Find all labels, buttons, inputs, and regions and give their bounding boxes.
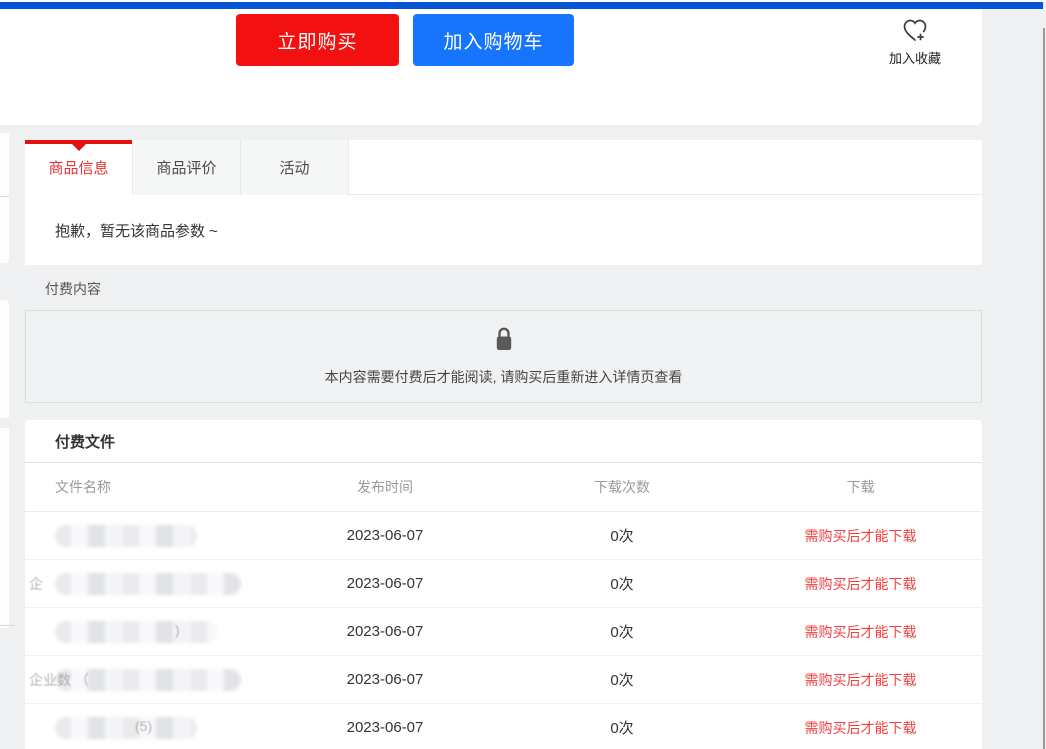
product-detail-panel: 商品信息 商品评价 活动 抱歉，暂无该商品参数 ~ [25, 140, 982, 265]
tab-label: 商品评价 [156, 157, 216, 178]
file-name-redacted [25, 525, 197, 547]
file-name-hint: 企业数 （ [29, 670, 89, 690]
paid-files-panel: 付费文件 文件名称 发布时间 下载次数 下载 2023-06-07 0次 需购买… [25, 420, 982, 749]
tab-label: 商品信息 [48, 157, 108, 178]
publish-date: 2023-06-07 [347, 671, 424, 688]
files-table-header: 文件名称 发布时间 下载次数 下载 [25, 463, 982, 512]
file-name-redacted: 企 [25, 573, 241, 595]
download-count: 0次 [610, 525, 633, 546]
publish-date: 2023-06-07 [347, 719, 424, 736]
no-parameters-message: 抱歉，暂无该商品参数 ~ [25, 195, 982, 265]
download-link[interactable]: 需购买后才能下载 [805, 528, 917, 544]
add-to-cart-button[interactable]: 加入购物车 [413, 14, 574, 66]
left-panel-edge [0, 133, 9, 263]
download-count: 0次 [610, 717, 633, 738]
tab-label: 活动 [279, 157, 309, 178]
lock-icon [492, 326, 516, 358]
download-link[interactable]: 需购买后才能下载 [805, 672, 917, 688]
file-name-hint: (5) [135, 718, 152, 734]
left-panel-edge [0, 428, 9, 628]
column-header-download-count: 下载次数 [594, 477, 650, 497]
left-panel-divider [0, 625, 15, 626]
locked-content-message: 本内容需要付费后才能阅读, 请购买后重新进入详情页查看 [325, 367, 683, 387]
download-count: 0次 [610, 669, 633, 690]
left-panel-divider [0, 196, 9, 197]
table-row: 企业数 （ 2023-06-07 0次 需购买后才能下载 [25, 656, 982, 704]
column-header-publish-time: 发布时间 [357, 477, 413, 497]
table-row: ) 2023-06-07 0次 需购买后才能下载 [25, 608, 982, 656]
file-name-hint: ) [175, 622, 180, 638]
active-tab-notch-icon [72, 144, 86, 151]
download-count: 0次 [610, 621, 633, 642]
tab-product-info[interactable]: 商品信息 [25, 140, 133, 195]
product-action-bar: 立即购买 加入购物车 加入收藏 [0, 9, 982, 125]
download-link[interactable]: 需购买后才能下载 [805, 720, 917, 736]
table-row: 企 2023-06-07 0次 需购买后才能下载 [25, 560, 982, 608]
paid-files-section-title: 付费文件 [25, 420, 982, 463]
add-to-favorites-button[interactable]: 加入收藏 [870, 17, 960, 67]
publish-date: 2023-06-07 [347, 527, 424, 544]
paid-content-section-title: 付费内容 [45, 279, 101, 299]
file-name-redacted: ) [25, 621, 219, 643]
favorite-label: 加入收藏 [870, 48, 960, 67]
table-row: 2023-06-07 0次 需购买后才能下载 [25, 512, 982, 560]
detail-tabs: 商品信息 商品评价 活动 [25, 140, 982, 195]
file-name-redacted: 企业数 （ [25, 669, 241, 691]
column-header-filename: 文件名称 [25, 477, 111, 497]
publish-date: 2023-06-07 [347, 575, 424, 592]
buy-now-button[interactable]: 立即购买 [236, 14, 399, 66]
tab-product-reviews[interactable]: 商品评价 [133, 140, 241, 195]
publish-date: 2023-06-07 [347, 623, 424, 640]
download-link[interactable]: 需购买后才能下载 [805, 576, 917, 592]
tab-row-spacer [349, 140, 982, 194]
download-link[interactable]: 需购买后才能下载 [805, 624, 917, 640]
column-header-download: 下载 [847, 477, 875, 497]
download-count: 0次 [610, 573, 633, 594]
file-name-redacted: (5) [25, 717, 197, 739]
table-row: (5) 2023-06-07 0次 需购买后才能下载 [25, 704, 982, 749]
top-accent-bar [0, 2, 1043, 9]
tab-activities[interactable]: 活动 [241, 140, 349, 195]
window-right-edge [1043, 28, 1045, 749]
locked-content-box: 本内容需要付费后才能阅读, 请购买后重新进入详情页查看 [25, 310, 982, 403]
left-panel-edge [0, 300, 9, 418]
heart-plus-icon [870, 17, 960, 45]
file-name-hint: 企 [29, 574, 43, 594]
